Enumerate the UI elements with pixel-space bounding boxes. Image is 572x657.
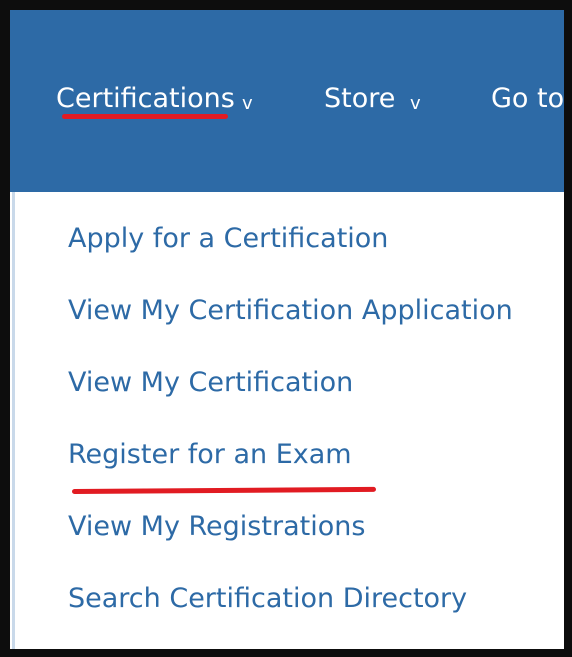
annotation-underline-certifications [62, 114, 228, 119]
menu-item-register-for-exam[interactable]: Register for an Exam [68, 438, 352, 472]
chevron-down-icon[interactable]: v [242, 94, 253, 114]
chevron-down-icon[interactable]: v [410, 94, 421, 114]
nav-item-certifications[interactable]: Certifications [56, 82, 235, 116]
menu-item-view-registrations[interactable]: View My Registrations [68, 510, 365, 544]
nav-item-store[interactable]: Store [324, 82, 395, 116]
top-navbar: Certifications v Store v Go to [10, 10, 564, 192]
menu-item-apply-for-certification[interactable]: Apply for a Certification [68, 222, 388, 256]
nav-item-go-to[interactable]: Go to [491, 82, 564, 116]
annotation-underline-register [71, 486, 377, 494]
menu-item-view-certification-application[interactable]: View My Certification Application [68, 294, 513, 328]
screenshot-frame: Certifications v Store v Go to Apply for… [0, 0, 572, 657]
certifications-dropdown-menu: Apply for a Certification View My Certif… [10, 192, 564, 649]
dropdown-left-border [12, 192, 15, 649]
menu-item-view-certification[interactable]: View My Certification [68, 366, 353, 400]
menu-item-search-certification-directory[interactable]: Search Certification Directory [68, 582, 467, 616]
